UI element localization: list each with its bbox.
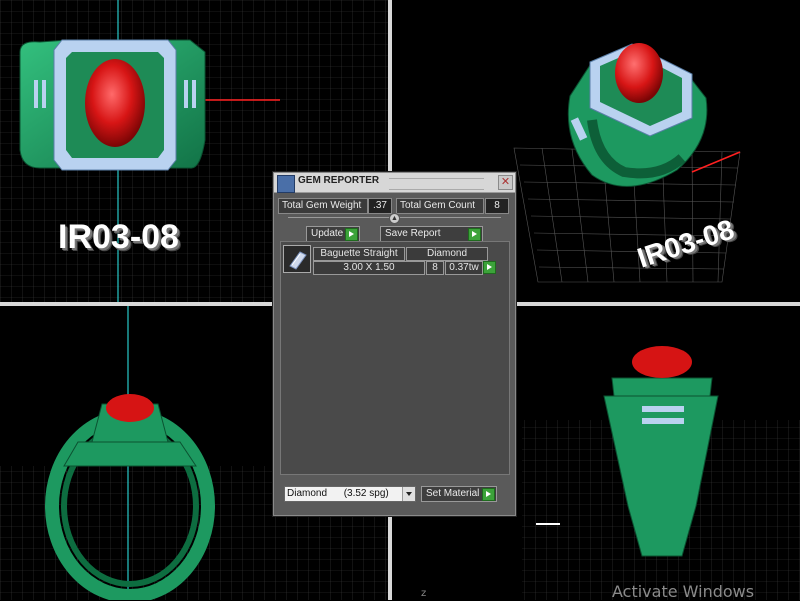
play-arrow-icon [345,228,358,241]
gem-material-cell: Diamond [406,247,488,261]
gem-count-cell: 8 [426,261,444,275]
save-report-button[interactable]: Save Report [380,226,483,242]
chevron-down-icon[interactable] [402,487,415,501]
model-label-top: IR03-08 [58,218,179,256]
total-gem-count-label: Total Gem Count [396,198,484,214]
gem-row-arrow-icon[interactable] [483,261,496,274]
axis-mark: z [421,588,427,599]
play-arrow-icon [468,228,481,241]
gem-list[interactable]: Baguette Straight Diamond 3.00 X 1.50 8 … [280,241,510,475]
gem-size-cell: 3.00 X 1.50 [313,261,425,275]
dialog-titlebar[interactable]: GEM REPORTER ✕ [274,173,515,193]
activate-windows-watermark: Activate Windows [612,582,755,601]
update-button-label: Update [311,228,344,239]
collapse-icon[interactable]: ▲ [389,213,400,224]
gem-reporter-dialog: GEM REPORTER ✕ Total Gem Weight .37 Tota… [273,172,516,516]
total-gem-count-value: 8 [485,198,509,214]
titlebar-grip [389,178,484,190]
gem-row[interactable]: Baguette Straight Diamond 3.00 X 1.50 8 … [283,245,496,275]
play-arrow-icon [482,488,495,501]
gem-shape-cell: Baguette Straight [313,247,405,261]
update-button[interactable]: Update [306,226,360,242]
set-material-button[interactable]: Set Material [421,486,497,502]
total-gem-weight-label: Total Gem Weight [278,198,368,214]
total-gem-weight-value: .37 [368,198,392,214]
baguette-gem-icon [283,245,311,273]
save-report-button-label: Save Report [385,228,441,239]
close-button[interactable]: ✕ [498,175,513,190]
dialog-title: GEM REPORTER [298,175,380,186]
material-select-value: Diamond (3.52 spg) [287,488,389,499]
gem-weight-cell: 0.37tw [445,261,483,275]
set-material-button-label: Set Material [426,488,480,499]
material-select[interactable]: Diamond (3.52 spg) [284,486,416,502]
gem-reporter-app-icon [277,175,295,193]
